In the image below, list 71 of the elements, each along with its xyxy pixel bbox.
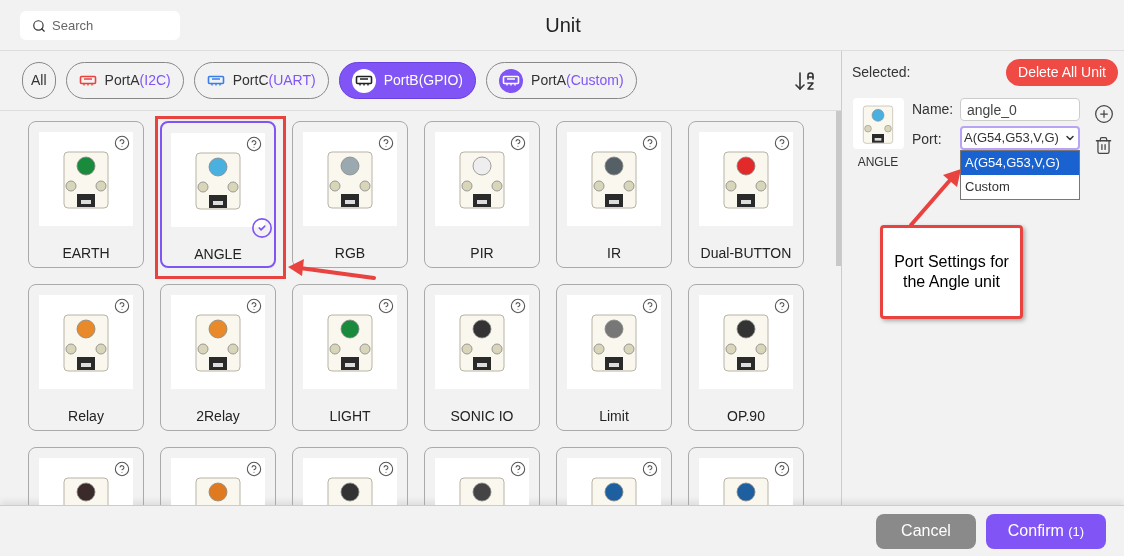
help-icon[interactable] [246, 461, 262, 477]
trash-icon[interactable] [1094, 136, 1113, 155]
port-select[interactable]: A(G54,G53,V,G) [960, 126, 1080, 150]
filter-tab[interactable]: PortA(I2C) [65, 62, 184, 99]
help-icon[interactable] [774, 135, 790, 151]
unit-name: SONIC IO [450, 407, 514, 426]
unit-name: Limit [599, 407, 629, 426]
unit-caption: ANGLE [857, 154, 899, 171]
help-icon[interactable] [246, 298, 262, 314]
help-icon[interactable] [246, 136, 262, 152]
unit-name: PIR [470, 244, 494, 263]
unit-card[interactable]: ANGLE [160, 121, 276, 268]
filter-label: PortA(I2C) [104, 71, 171, 90]
filter-tab[interactable]: All [22, 62, 56, 99]
help-icon[interactable] [378, 298, 394, 314]
port-label: Port: [912, 130, 943, 149]
unit-card[interactable]: PIR [424, 121, 540, 268]
unit-name: EARTH [62, 244, 110, 263]
unit-card[interactable]: SONIC IO [424, 284, 540, 431]
dialog-title: Unit [544, 13, 582, 38]
unit-card[interactable]: Dual-BUTTON [688, 121, 804, 268]
filter-tab[interactable]: PortC(UART) [193, 62, 329, 99]
unit-card[interactable]: LIGHT [292, 284, 408, 431]
help-icon[interactable] [114, 461, 130, 477]
unit-card[interactable]: IR [556, 121, 672, 268]
name-label: Name: [912, 100, 954, 119]
unit-name: Dual-BUTTON [700, 244, 792, 263]
scrollbar[interactable] [836, 111, 841, 266]
help-icon[interactable] [378, 135, 394, 151]
unit-name: 2Relay [196, 407, 240, 426]
unit-card[interactable]: EARTH [28, 121, 144, 268]
help-icon[interactable] [378, 461, 394, 477]
filter-label: PortA(Custom) [531, 71, 624, 90]
connector-badge-icon [351, 68, 376, 93]
callout-box: Port Settings for the Angle unit [880, 225, 1023, 319]
unit-card[interactable]: Limit [556, 284, 672, 431]
add-icon[interactable] [1094, 104, 1114, 124]
check-icon [251, 217, 273, 239]
unit-name: RGB [334, 244, 366, 263]
help-icon[interactable] [642, 461, 658, 477]
unit-name: LIGHT [329, 407, 371, 426]
confirm-button[interactable]: Confirm (1) [986, 513, 1106, 549]
unit-card[interactable]: RGB [292, 121, 408, 268]
unit-name: IR [607, 244, 621, 263]
search-field[interactable]: Search [20, 10, 180, 40]
filter-tab[interactable]: PortB(GPIO) [338, 62, 477, 99]
help-icon[interactable] [774, 298, 790, 314]
dropdown-option[interactable]: A(G54,G53,V,G) [961, 151, 1079, 175]
filter-label: PortC(UART) [232, 71, 316, 90]
unit-card[interactable]: 2Relay [160, 284, 276, 431]
help-icon[interactable] [510, 298, 526, 314]
search-icon [32, 18, 46, 33]
help-icon[interactable] [642, 298, 658, 314]
selected-heading: Selected: [852, 63, 911, 82]
unit-card[interactable]: OP.90 [688, 284, 804, 431]
help-icon[interactable] [114, 135, 130, 151]
delete-all-button[interactable]: Delete All Unit [1006, 59, 1118, 86]
unit-card[interactable]: Relay [28, 284, 144, 431]
help-icon[interactable] [774, 461, 790, 477]
unit-name: Relay [68, 407, 104, 426]
help-icon[interactable] [510, 135, 526, 151]
filter-label: PortB(GPIO) [383, 71, 464, 90]
name-input[interactable]: angle_0 [960, 98, 1080, 121]
help-icon[interactable] [114, 298, 130, 314]
dropdown-option[interactable]: Custom [961, 175, 1079, 199]
help-icon[interactable] [642, 135, 658, 151]
filter-tab[interactable]: PortA(Custom) [486, 62, 637, 99]
filter-label: All [31, 71, 47, 90]
unit-name: OP.90 [727, 407, 765, 426]
unit-name: ANGLE [194, 245, 242, 264]
help-icon[interactable] [510, 461, 526, 477]
